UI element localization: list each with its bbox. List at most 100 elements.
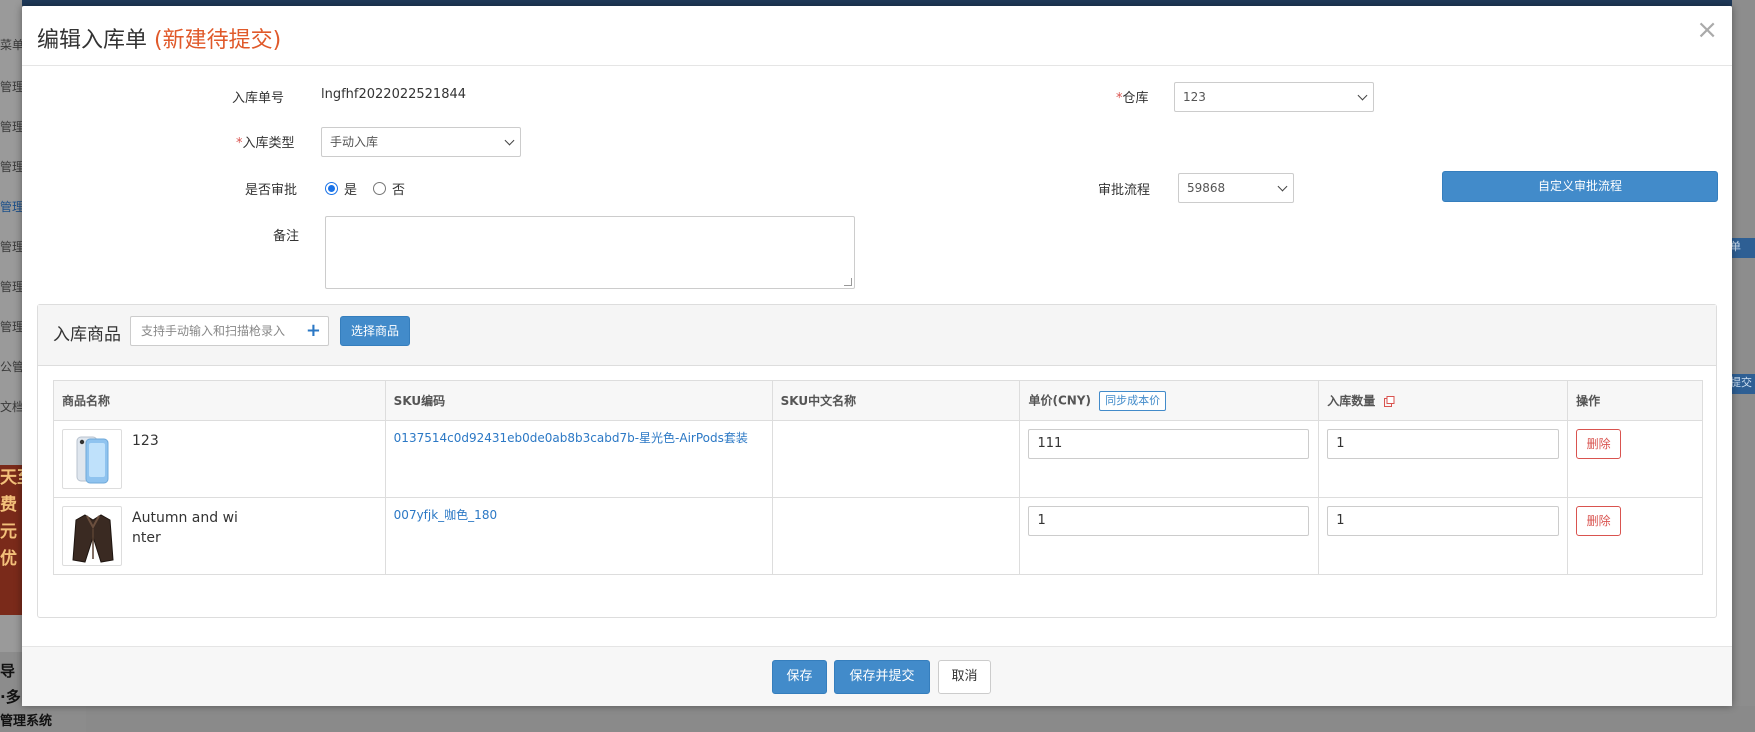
background-ad-line: 优 xyxy=(0,549,17,569)
approval-yes-option[interactable]: 是 xyxy=(325,179,357,198)
approval-no-radio[interactable] xyxy=(373,182,386,195)
background-sidebar: 菜单 管理 管理 管理 管理 管理 管理 管理 公管 文档 xyxy=(0,0,22,732)
close-icon[interactable]: × xyxy=(1696,17,1718,43)
warehouse-label-text: 仓库 xyxy=(1122,91,1149,106)
remark-textarea[interactable] xyxy=(325,216,855,289)
approval-flow-select[interactable]: 59868 xyxy=(1178,173,1294,203)
background-sidebar-item: 文档 xyxy=(0,400,22,414)
approval-yes-radio[interactable] xyxy=(325,182,338,195)
background-brand-line: 导 xyxy=(0,662,16,680)
column-header-sku: SKU编码 xyxy=(384,380,773,421)
warehouse-select[interactable]: 123 xyxy=(1174,82,1374,112)
background-sidebar-item: 管理 xyxy=(0,200,22,214)
approval-label: 是否审批 xyxy=(245,183,298,198)
column-header-price: 单价(CNY) 同步成本价 xyxy=(1019,380,1320,421)
background-sidebar-item: 管理 xyxy=(0,240,22,254)
custom-approval-flow-button[interactable]: 自定义审批流程 xyxy=(1442,171,1718,202)
modal-title-text: 编辑入库单 xyxy=(37,28,148,53)
approval-flow-label: 审批流程 xyxy=(1098,183,1151,198)
sync-cost-button[interactable]: 同步成本价 xyxy=(1099,390,1167,411)
quantity-cell: 1 xyxy=(1318,420,1569,498)
chevron-down-icon xyxy=(1357,90,1368,101)
actions-cell: 删除 xyxy=(1567,420,1703,498)
phone-product-icon xyxy=(62,429,122,489)
sku-cell: 0137514c0d92431eb0de0ab8b3cabd7b-星光色-Air… xyxy=(384,420,773,498)
price-cell: 111 xyxy=(1019,420,1320,498)
scan-input[interactable]: 支持手动输入和扫描枪录入 + xyxy=(130,316,329,346)
select-goods-button[interactable]: 选择商品 xyxy=(340,316,410,346)
actions-cell: 删除 xyxy=(1567,497,1703,575)
column-header-sku-cn: SKU中文名称 xyxy=(771,380,1021,421)
sku-cn-cell xyxy=(771,420,1021,498)
sku-link[interactable]: 007yfjk_咖色_180 xyxy=(394,506,764,523)
warehouse-label: *仓库 xyxy=(1116,87,1149,106)
delete-button[interactable]: 删除 xyxy=(1576,429,1622,459)
product-cell: 123 xyxy=(53,420,386,498)
plus-icon[interactable]: + xyxy=(306,317,321,345)
background-sidebar-item: 管理 xyxy=(0,160,22,174)
chevron-down-icon xyxy=(1277,181,1288,192)
table-row: Autumn and winter 007yfjk_咖色_180 1 1 删除 xyxy=(53,497,1703,575)
inbound-type-select[interactable]: 手动入库 xyxy=(321,127,521,157)
sku-cell: 007yfjk_咖色_180 xyxy=(384,497,773,575)
background-brand-line: 管理系统 xyxy=(0,714,53,729)
chevron-down-icon xyxy=(504,135,515,146)
order-no-label: 入库单号 xyxy=(232,91,285,106)
background-sidebar-item: 管理 xyxy=(0,120,22,134)
approval-flow-select-value: 59868 xyxy=(1187,181,1226,195)
background-sidebar-item: 菜单 xyxy=(0,38,22,52)
modal-status-badge: (新建待提交) xyxy=(154,28,282,53)
background-sidebar-item: 管理 xyxy=(0,320,22,334)
quantity-cell: 1 xyxy=(1318,497,1569,575)
column-header-price-text: 单价(CNY) xyxy=(1028,393,1091,407)
jacket-product-icon xyxy=(62,506,122,566)
background-sidebar-item: 管理 xyxy=(0,280,22,294)
background-right-strip xyxy=(1732,0,1755,732)
price-input[interactable]: 111 xyxy=(1028,429,1310,459)
inbound-goods-panel: 入库商品 支持手动输入和扫描枪录入 + 选择商品 商品名称 SKU编码 SKU中… xyxy=(37,304,1717,618)
goods-table-header: 商品名称 SKU编码 SKU中文名称 单价(CNY) 同步成本价 入库数量 操作 xyxy=(53,380,1703,421)
cancel-button[interactable]: 取消 xyxy=(938,660,991,694)
inbound-type-select-value: 手动入库 xyxy=(330,135,379,149)
warehouse-select-value: 123 xyxy=(1183,90,1206,104)
quantity-input[interactable]: 1 xyxy=(1327,506,1560,536)
inbound-type-label: *入库类型 xyxy=(236,132,295,151)
order-no-value: lngfhf2022022521844 xyxy=(321,87,467,102)
goods-panel-heading: 入库商品 支持手动输入和扫描枪录入 + 选择商品 xyxy=(38,305,1716,366)
background-ad-line: 天至 xyxy=(0,468,22,488)
modal-header: 编辑入库单 (新建待提交) × xyxy=(22,6,1732,66)
scan-input-placeholder: 支持手动输入和扫描枪录入 xyxy=(141,324,286,338)
save-button[interactable]: 保存 xyxy=(772,660,827,694)
sku-cn-cell xyxy=(771,497,1021,575)
background-ad-line: 元 xyxy=(0,522,17,542)
sku-link[interactable]: 0137514c0d92431eb0de0ab8b3cabd7b-星光色-Air… xyxy=(394,429,764,446)
approval-no-label: 否 xyxy=(392,183,406,198)
price-input[interactable]: 1 xyxy=(1028,506,1310,536)
product-name: Autumn and winter xyxy=(132,510,238,546)
edit-inbound-modal: 编辑入库单 (新建待提交) × 入库单号 lngfhf2022022521844… xyxy=(22,6,1732,706)
modal-title: 编辑入库单 (新建待提交) xyxy=(37,22,281,54)
background-ad-line: 费 xyxy=(0,495,17,515)
resize-grip-icon[interactable] xyxy=(844,278,852,286)
inbound-type-label-text: 入库类型 xyxy=(242,136,295,151)
copy-icon[interactable] xyxy=(1384,396,1395,407)
modal-footer: 保存 保存并提交 取消 xyxy=(22,646,1732,706)
column-header-actions: 操作 xyxy=(1567,380,1703,421)
product-cell: Autumn and winter xyxy=(53,497,386,575)
background-right-tab: 提交 xyxy=(1730,374,1755,394)
background-brand-line: ·多 xyxy=(0,688,21,706)
goods-table: 商品名称 SKU编码 SKU中文名称 单价(CNY) 同步成本价 入库数量 操作 xyxy=(53,380,1703,575)
background-right-tab: 单 xyxy=(1730,238,1755,258)
approval-yes-label: 是 xyxy=(344,183,358,198)
table-row: 123 0137514c0d92431eb0de0ab8b3cabd7b-星光色… xyxy=(53,420,1703,498)
delete-button[interactable]: 删除 xyxy=(1576,506,1622,536)
save-and-submit-button[interactable]: 保存并提交 xyxy=(834,660,930,694)
column-header-quantity-text: 入库数量 xyxy=(1327,394,1376,408)
quantity-input[interactable]: 1 xyxy=(1327,429,1560,459)
approval-no-option[interactable]: 否 xyxy=(373,179,405,198)
product-name: 123 xyxy=(132,433,159,449)
background-sidebar-item: 管理 xyxy=(0,80,22,94)
price-cell: 1 xyxy=(1019,497,1320,575)
background-ad-banner: 天至 费 元 优 xyxy=(0,465,22,615)
column-header-quantity: 入库数量 xyxy=(1318,380,1569,421)
